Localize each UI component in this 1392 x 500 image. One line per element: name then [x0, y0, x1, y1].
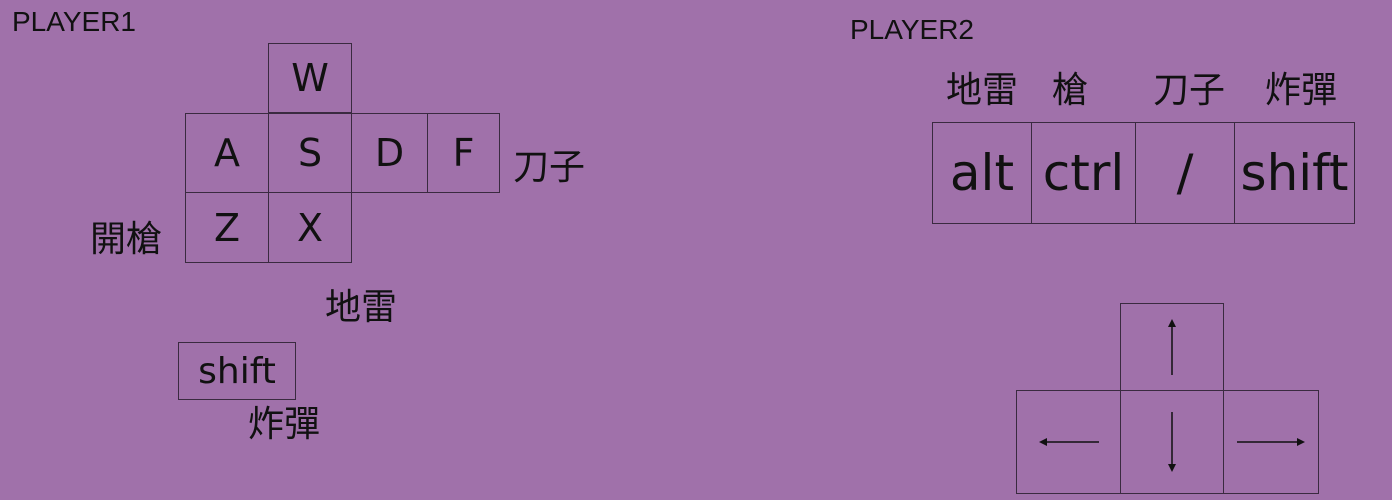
key-f: F [427, 113, 500, 193]
key-s: S [268, 113, 352, 193]
arrow-right-icon [1237, 438, 1305, 446]
key-right [1223, 390, 1319, 494]
controls-screen: { "player1": { "title": "PLAYER1", "keys… [0, 0, 1392, 500]
player2-title: PLAYER2 [850, 14, 974, 45]
p2-label-shoot: 槍 [1052, 70, 1089, 111]
key-d: D [351, 113, 428, 193]
p2-label-knife: 刀子 [1153, 70, 1226, 111]
arrow-up-icon [1168, 319, 1176, 375]
key-up [1120, 303, 1224, 391]
key-left [1016, 390, 1121, 494]
player1-title: PLAYER1 [12, 6, 136, 37]
key-ctrl: ctrl [1031, 122, 1136, 224]
key-x: X [268, 192, 352, 263]
label-bomb: 炸彈 [248, 404, 321, 445]
label-knife: 刀子 [513, 147, 586, 188]
p2-label-mine: 地雷 [946, 70, 1019, 111]
p2-label-bomb: 炸彈 [1265, 70, 1338, 111]
key-w: W [268, 43, 352, 113]
key-down [1120, 390, 1224, 494]
label-shoot: 開槍 [90, 219, 163, 260]
key-slash: / [1135, 122, 1235, 224]
key-shift-p2: shift [1234, 122, 1355, 224]
key-a: A [185, 113, 269, 193]
label-mine: 地雷 [325, 287, 398, 328]
arrow-down-icon [1168, 412, 1176, 472]
key-shift: shift [178, 342, 296, 400]
key-z: Z [185, 192, 269, 263]
key-alt: alt [932, 122, 1032, 224]
arrow-left-icon [1038, 438, 1099, 446]
